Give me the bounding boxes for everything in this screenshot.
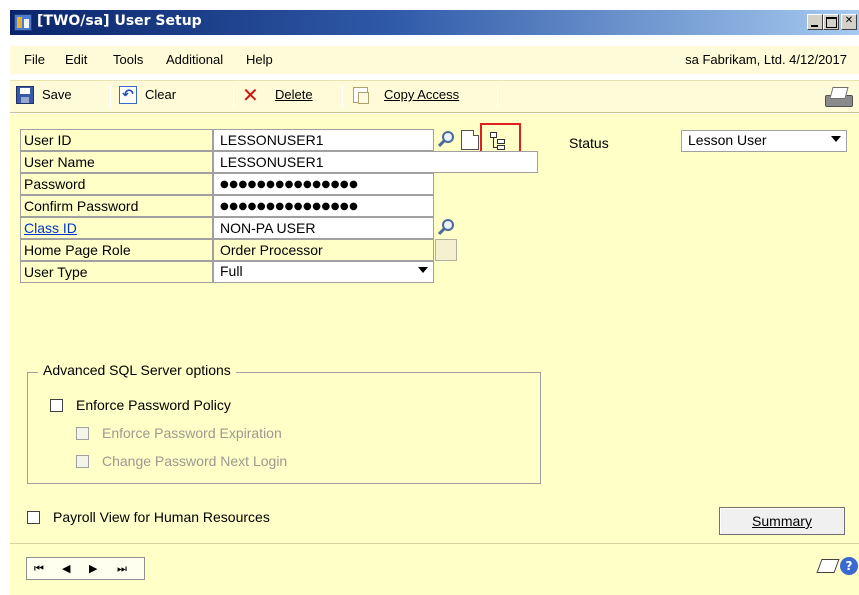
- toolbar-separator: [497, 86, 498, 108]
- confirm-password-field[interactable]: ●●●●●●●●●●●●●●●: [213, 195, 434, 217]
- title-bar: [TWO/sa] User Setup ✕: [10, 10, 859, 35]
- toolbar-separator: [342, 86, 343, 108]
- user-id-field[interactable]: LESSONUSER1: [213, 129, 434, 151]
- password-label: Password: [20, 173, 213, 195]
- lookup-icon[interactable]: [435, 217, 457, 239]
- user-name-field[interactable]: LESSONUSER1: [213, 151, 538, 173]
- home-page-role-field[interactable]: Order Processor: [213, 239, 434, 261]
- home-page-role-label: Home Page Role: [20, 239, 213, 261]
- confirm-password-label: Confirm Password: [20, 195, 213, 217]
- first-record-button[interactable]: ⏮: [34, 562, 44, 576]
- user-name-label: User Name: [20, 151, 213, 173]
- save-icon[interactable]: [16, 86, 34, 104]
- previous-record-button[interactable]: ◀: [62, 562, 70, 575]
- minimize-button[interactable]: [807, 14, 823, 30]
- user-type-dropdown[interactable]: Full: [213, 261, 434, 283]
- summary-button[interactable]: Summary: [719, 507, 845, 535]
- copy-access-icon[interactable]: [353, 87, 369, 104]
- advanced-sql-title: Advanced SQL Server options: [38, 362, 236, 378]
- status-dropdown[interactable]: Lesson User: [681, 130, 847, 152]
- chevron-down-icon: [831, 136, 841, 142]
- menu-tools[interactable]: Tools: [113, 52, 143, 67]
- clear-button[interactable]: Clear: [145, 87, 176, 102]
- record-navigation: ⏮ ◀ ▶ ⏭: [26, 557, 145, 580]
- enforce-password-policy-label[interactable]: Enforce Password Policy: [76, 397, 231, 413]
- user-setup-window: [TWO/sa] User Setup ✕ File Edit Tools Ad…: [0, 0, 859, 595]
- class-id-link[interactable]: Class ID: [20, 217, 213, 239]
- last-record-button[interactable]: ⏭: [117, 562, 127, 576]
- delete-icon[interactable]: ✕: [242, 83, 259, 107]
- menu-edit[interactable]: Edit: [65, 52, 87, 67]
- user-type-value: Full: [220, 263, 243, 279]
- payroll-view-label[interactable]: Payroll View for Human Resources: [53, 509, 270, 525]
- next-record-button[interactable]: ▶: [89, 562, 97, 575]
- payroll-view-checkbox[interactable]: [27, 511, 40, 524]
- lookup-icon[interactable]: [435, 129, 457, 151]
- status-bar: ⏮ ◀ ▶ ⏭ ?: [10, 543, 859, 595]
- menu-file[interactable]: File: [24, 52, 45, 67]
- maximize-button[interactable]: [823, 14, 839, 30]
- menu-bar: File Edit Tools Additional Help sa Fabri…: [10, 46, 859, 74]
- menu-additional[interactable]: Additional: [166, 52, 223, 67]
- menu-help[interactable]: Help: [246, 52, 273, 67]
- enforce-password-expiration-checkbox: [76, 427, 89, 440]
- toolbar: Save ↶ Clear ✕ Delete Copy Access: [10, 80, 859, 113]
- user-id-label: User ID: [20, 129, 213, 151]
- note-icon[interactable]: [816, 559, 840, 573]
- class-id-field[interactable]: NON-PA USER: [213, 217, 434, 239]
- expansion-icon[interactable]: [435, 239, 457, 261]
- chevron-down-icon: [418, 267, 428, 273]
- copy-access-button[interactable]: Copy Access: [384, 87, 459, 102]
- delete-button[interactable]: Delete: [275, 87, 313, 102]
- help-icon[interactable]: ?: [840, 557, 858, 575]
- printer-icon[interactable]: [823, 85, 853, 109]
- toolbar-separator: [233, 86, 234, 108]
- note-icon[interactable]: [461, 130, 479, 150]
- user-type-label: User Type: [20, 261, 213, 283]
- company-date-info: sa Fabrikam, Ltd. 4/12/2017: [685, 52, 847, 67]
- change-password-next-login-checkbox: [76, 455, 89, 468]
- app-icon: [14, 14, 32, 31]
- enforce-password-expiration-label: Enforce Password Expiration: [102, 425, 282, 441]
- password-field[interactable]: ●●●●●●●●●●●●●●●: [213, 173, 434, 195]
- status-label: Status: [569, 135, 609, 151]
- window-title: [TWO/sa] User Setup: [37, 13, 202, 29]
- clear-icon[interactable]: ↶: [119, 86, 137, 104]
- enforce-password-policy-checkbox[interactable]: [50, 399, 63, 412]
- close-button[interactable]: ✕: [841, 14, 857, 30]
- save-button[interactable]: Save: [42, 87, 72, 102]
- toolbar-separator: [110, 86, 111, 108]
- change-password-next-login-label: Change Password Next Login: [102, 453, 288, 469]
- status-value: Lesson User: [688, 132, 767, 148]
